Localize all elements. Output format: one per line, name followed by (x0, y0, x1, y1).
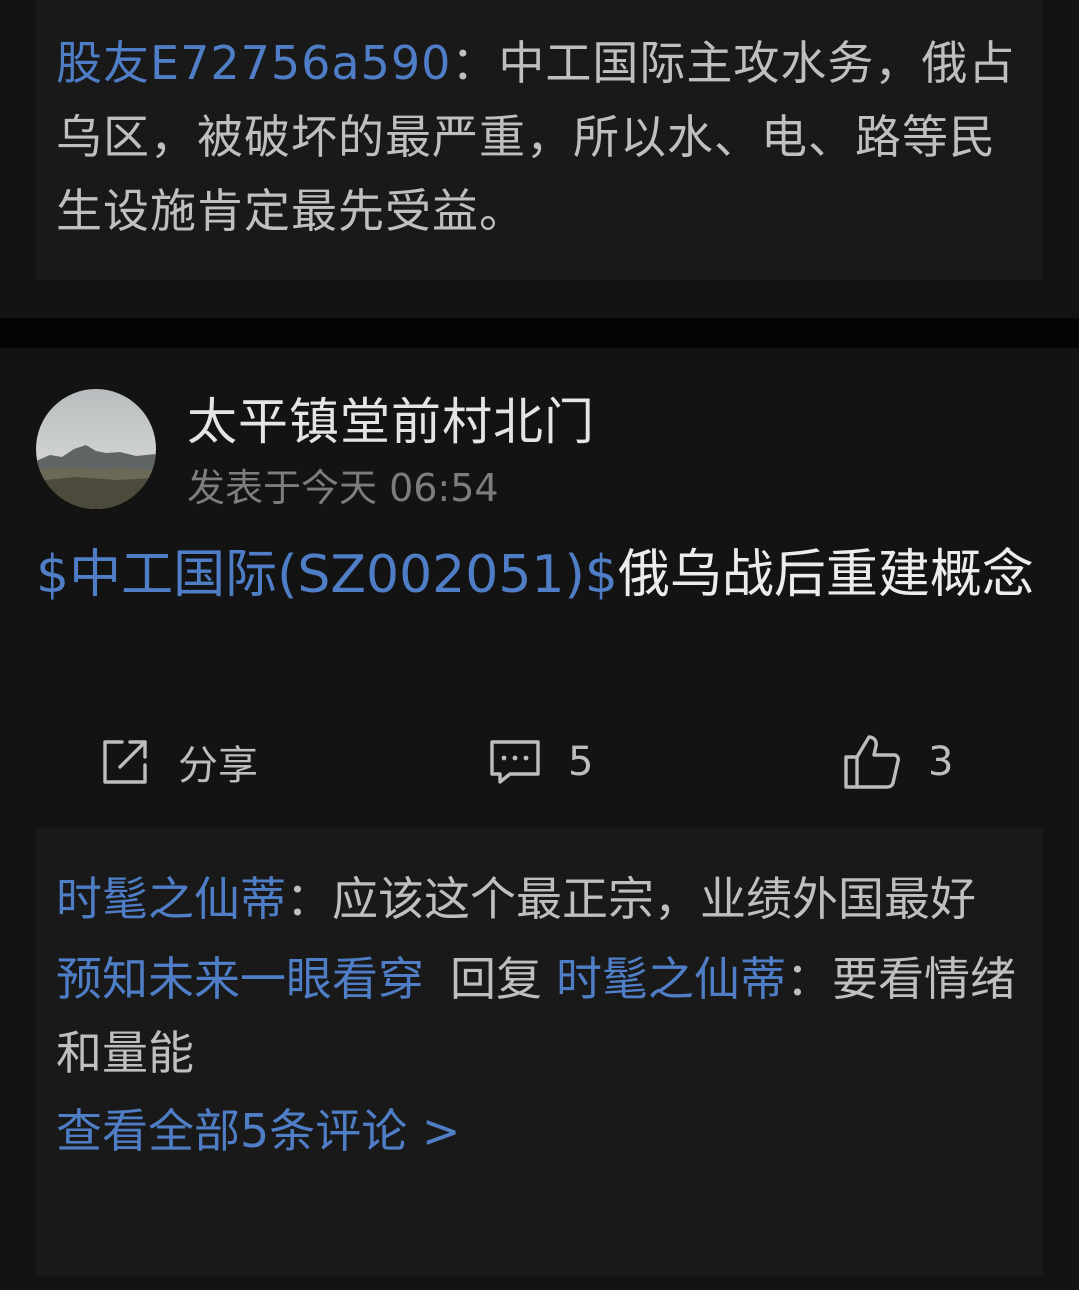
reply-label: 回复 (450, 952, 542, 1006)
like-button[interactable]: 3 (842, 732, 953, 792)
comment-username[interactable]: 时髦之仙蒂 (56, 872, 286, 926)
comment-item: 时髦之仙蒂：应该这个最正宗，业绩外国最好 (56, 862, 1023, 936)
comment-separator: ： (451, 36, 499, 90)
page: 股友E72756a590：中工国际主攻水务，俄占乌区，被破坏的最严重，所以水、电… (0, 0, 1079, 1290)
share-label: 分享 (178, 743, 258, 789)
previous-post-comment-card: 股友E72756a590：中工国际主攻水务，俄占乌区，被破坏的最严重，所以水、电… (36, 0, 1043, 280)
comment-item: 预知未来一眼看穿 回复 时髦之仙蒂：要看情绪和量能 (56, 942, 1023, 1090)
reply-to-username[interactable]: 时髦之仙蒂 (556, 952, 786, 1006)
thumbs-up-icon (842, 733, 902, 791)
comment-username[interactable]: 股友E72756a590 (56, 36, 451, 90)
post-text: 俄乌战后重建概念 (617, 545, 1034, 605)
post-divider (0, 318, 1079, 348)
avatar[interactable] (36, 389, 156, 509)
post-body[interactable]: $中工国际(SZ002051)$俄乌战后重建概念 (36, 530, 1036, 620)
post-timestamp: 发表于今天 06:54 (187, 466, 499, 510)
author-name[interactable]: 太平镇堂前村北门 (187, 390, 595, 454)
share-icon (100, 737, 150, 787)
stock-tag-link[interactable]: $中工国际(SZ002051)$ (36, 545, 618, 605)
view-all-comments-link[interactable]: 查看全部5条评论 > (56, 1094, 1023, 1168)
comment-count: 5 (568, 739, 594, 785)
comment-line: 股友E72756a590：中工国际主攻水务，俄占乌区，被破坏的最严重，所以水、电… (56, 26, 1023, 248)
comment-separator: ： (786, 952, 832, 1006)
comment-icon (488, 738, 542, 786)
comment-username[interactable]: 预知未来一眼看穿 (56, 952, 424, 1006)
comment-button[interactable]: 5 (488, 732, 593, 792)
like-count: 3 (928, 739, 954, 785)
comment-separator: ： (286, 872, 332, 926)
comment-text: 应该这个最正宗，业绩外国最好 (332, 872, 976, 926)
comments-card: 时髦之仙蒂：应该这个最正宗，业绩外国最好 预知未来一眼看穿 回复 时髦之仙蒂：要看情… (36, 828, 1043, 1276)
share-button[interactable]: 分享 (100, 732, 258, 792)
